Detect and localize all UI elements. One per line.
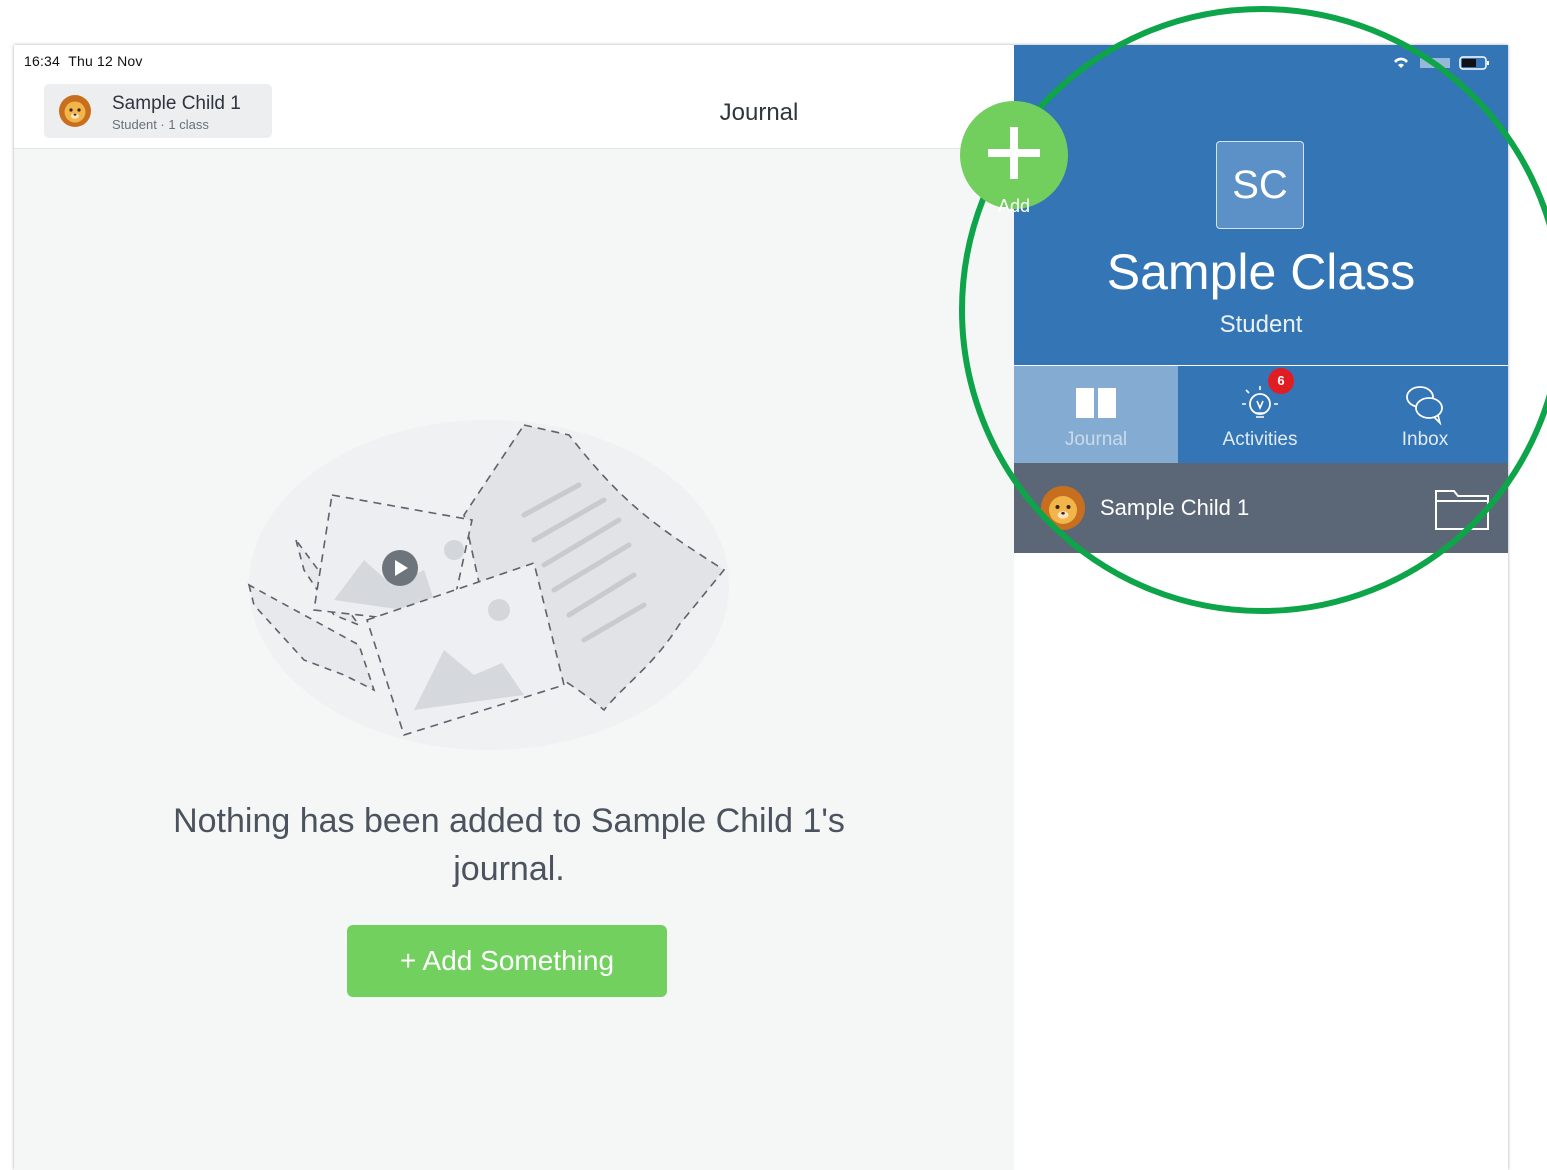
- status-date: Thu 12 Nov: [68, 53, 143, 69]
- top-nav-bar: Sample Child 1 Student · 1 class Journal: [14, 75, 1014, 149]
- page-title: Journal: [719, 99, 799, 126]
- tab-journal[interactable]: Journal: [1014, 366, 1178, 463]
- status-time: 16:34 Thu 12 Nov: [24, 53, 143, 69]
- status-icons: [1394, 56, 1489, 70]
- class-panel: SC Sample Class Student Journal 6 Activi…: [1014, 45, 1508, 1170]
- tab-activities[interactable]: 6 Activities: [1178, 366, 1342, 463]
- tab-activities-label: Activities: [1222, 429, 1298, 450]
- chat-bubbles-icon: [1406, 386, 1443, 426]
- child-name: Sample Child 1: [112, 93, 241, 114]
- plus-icon: [988, 127, 1040, 179]
- book-icon: [1076, 388, 1116, 418]
- tab-journal-label: Journal: [1064, 429, 1128, 450]
- empty-state-message: Nothing has been added to Sample Child 1…: [173, 802, 845, 888]
- child-subtitle: Student · 1 class: [112, 117, 209, 132]
- add-something-button[interactable]: + Add Something: [347, 925, 667, 997]
- tab-inbox-label: Inbox: [1401, 429, 1449, 450]
- add-fab-button[interactable]: Add: [960, 101, 1068, 216]
- folder-icon[interactable]: [1434, 485, 1490, 531]
- child-row-name: Sample Child 1: [1100, 495, 1250, 520]
- tab-inbox[interactable]: Inbox: [1342, 366, 1508, 463]
- class-avatar: SC: [1216, 141, 1304, 229]
- empty-journal-illustration: [247, 420, 729, 750]
- class-tabs: Journal 6 Activities Inbox: [1014, 366, 1508, 463]
- class-name: Sample Class: [1106, 244, 1416, 300]
- device-screen: 16:34 Thu 12 Nov Sample Child 1 Student …: [14, 45, 1508, 1170]
- lion-avatar-icon: [1041, 486, 1085, 530]
- status-clock: 16:34: [24, 53, 61, 69]
- add-fab-label: Add: [997, 196, 1031, 216]
- lion-avatar-icon: [59, 95, 91, 127]
- class-header: SC Sample Class Student: [1014, 45, 1508, 365]
- child-list-item[interactable]: Sample Child 1: [1014, 463, 1508, 553]
- child-switcher-chip[interactable]: Sample Child 1 Student · 1 class: [44, 84, 272, 138]
- activities-badge: 6: [1268, 368, 1294, 394]
- status-bar: 16:34 Thu 12 Nov: [14, 45, 1014, 75]
- class-role: Student: [1219, 311, 1303, 338]
